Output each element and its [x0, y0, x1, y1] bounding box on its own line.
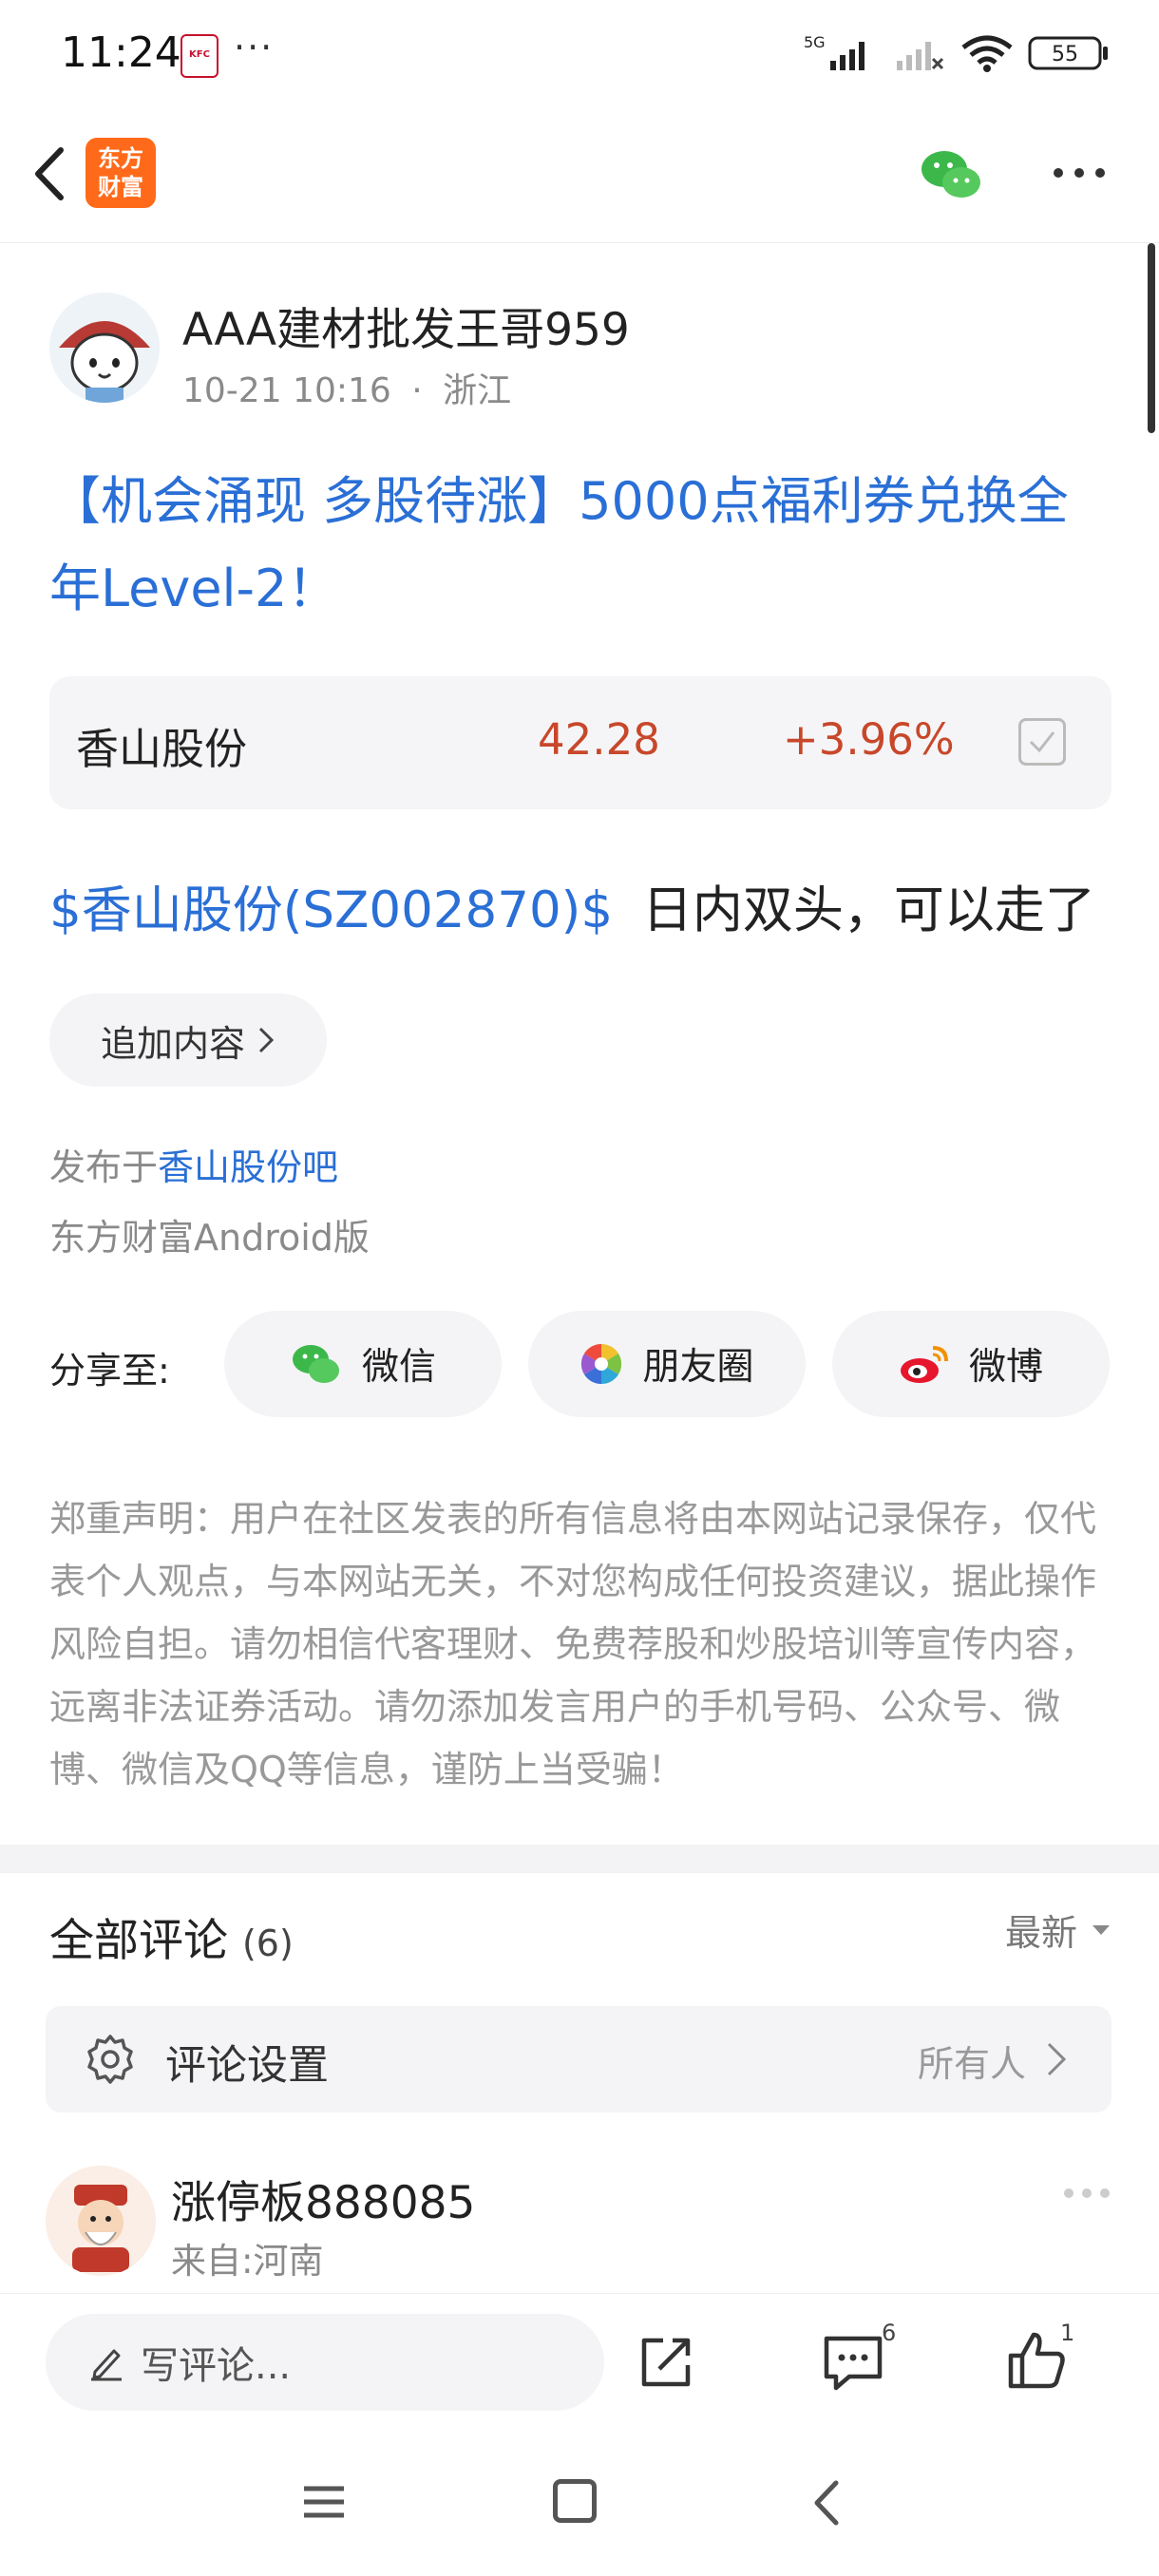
wifi-icon [961, 35, 1013, 72]
battery-icon: 55 [1028, 36, 1108, 70]
weibo-icon [900, 1346, 948, 1383]
post-date: 10-21 10:16 [182, 371, 391, 410]
stock-link[interactable]: $香山股份(SZ002870)$ [49, 881, 613, 939]
share-out-icon[interactable] [636, 2333, 695, 2392]
post-text: 日内双头，可以走了 [641, 881, 1095, 939]
chevron-right-icon [258, 1027, 275, 1053]
disclaimer: 郑重声明：用户在社区发表的所有信息将由本网站记录保存，仅代表个人观点，与本网站无… [49, 1498, 1097, 1790]
comment-count-badge: 6 [882, 2320, 897, 2346]
nav-back-icon[interactable] [808, 2479, 846, 2527]
published-prefix: 发布于 [49, 1146, 159, 1188]
home-icon[interactable] [553, 2479, 597, 2523]
meta-separator: · [411, 371, 423, 410]
more-options-icon[interactable] [1051, 165, 1108, 180]
post-body: $香山股份(SZ002870)$ 日内双头，可以走了 [49, 870, 1095, 942]
commenter-name[interactable]: 涨停板888085 [171, 2166, 475, 2231]
stock-change: +3.96% [783, 714, 955, 765]
svg-text:5G: 5G [804, 33, 826, 51]
like-count-badge: 1 [1060, 2320, 1075, 2346]
post-location: 浙江 [443, 371, 512, 410]
comments-title: 全部评论 (6) [49, 1904, 294, 1969]
share-weibo-label: 微博 [968, 1346, 1043, 1389]
comments-title-label: 全部评论 [49, 1915, 228, 1967]
check-icon [1029, 731, 1055, 753]
comments-count: (6) [241, 1923, 294, 1964]
comment-input[interactable]: 写评论... [46, 2314, 604, 2411]
forum-link[interactable]: 香山股份吧 [158, 1146, 338, 1188]
comment-settings-value: 所有人 [917, 2043, 1026, 2085]
sort-label: 最新 [1004, 1912, 1077, 1954]
share-moments-label: 朋友圈 [642, 1346, 754, 1389]
kfc-app-icon: KFC [180, 34, 218, 78]
share-weibo-button[interactable]: 微博 [832, 1311, 1110, 1417]
status-indicators: 5G 55 [804, 32, 1110, 74]
author-avatar[interactable] [49, 293, 160, 403]
add-content-button[interactable]: 追加内容 [49, 994, 327, 1087]
commenter-avatar[interactable] [46, 2166, 156, 2276]
add-to-watchlist-checkbox[interactable] [1018, 718, 1066, 766]
caret-down-icon [1092, 1924, 1110, 1935]
stock-price: 42.28 [538, 714, 660, 765]
stock-name: 香山股份 [76, 724, 248, 774]
more-options-icon[interactable] [1062, 2187, 1112, 2200]
comment-settings-label: 评论设置 [165, 2042, 329, 2090]
add-content-label: 追加内容 [100, 1022, 245, 1065]
sort-dropdown[interactable]: 最新 [1005, 1904, 1112, 1956]
share-wechat-label: 微信 [361, 1346, 436, 1389]
pencil-icon [91, 2349, 122, 2381]
client-info: 东方财富Android版 [49, 1217, 370, 1259]
post-title[interactable]: 【机会涌现 多股待涨】5000点福利券兑换全年Level-2！ [49, 458, 1113, 633]
svg-text:55: 55 [1052, 43, 1078, 66]
comment-input-placeholder: 写评论... [141, 2344, 292, 2388]
commenter-location: 来自:河南 [171, 2241, 324, 2282]
signal-5g-icon: 5G [804, 33, 864, 70]
eastmoney-logo[interactable]: 东方 财富 [86, 138, 156, 208]
post-meta: 10-21 10:16 · 浙江 [182, 363, 511, 412]
wechat-icon [292, 1345, 339, 1383]
published-in: 发布于香山股份吧 [49, 1138, 338, 1190]
share-wechat-button[interactable]: 微信 [224, 1311, 502, 1417]
status-time: 11:24 [61, 28, 181, 77]
avatar-cartoon-icon [46, 2166, 156, 2276]
chevron-right-icon [1047, 2042, 1067, 2076]
wechat-icon[interactable] [918, 146, 986, 203]
recent-apps-icon[interactable] [302, 2483, 346, 2521]
author-name[interactable]: AAA建材批发王哥959 [182, 293, 630, 358]
section-divider [0, 1845, 1159, 1873]
back-arrow-icon[interactable] [27, 141, 74, 207]
share-moments-button[interactable]: 朋友圈 [528, 1311, 806, 1417]
avatar-cartoon-icon [49, 293, 160, 403]
signal-sim2-icon [897, 42, 944, 70]
gear-icon [87, 2035, 133, 2084]
notification-more-icon: ··· [234, 27, 275, 68]
share-label: 分享至: [49, 1350, 170, 1392]
scrollbar[interactable] [1148, 243, 1155, 433]
moments-icon [581, 1343, 622, 1385]
thumbs-up-icon[interactable] [1005, 2329, 1068, 2392]
comment-icon[interactable] [821, 2333, 887, 2394]
